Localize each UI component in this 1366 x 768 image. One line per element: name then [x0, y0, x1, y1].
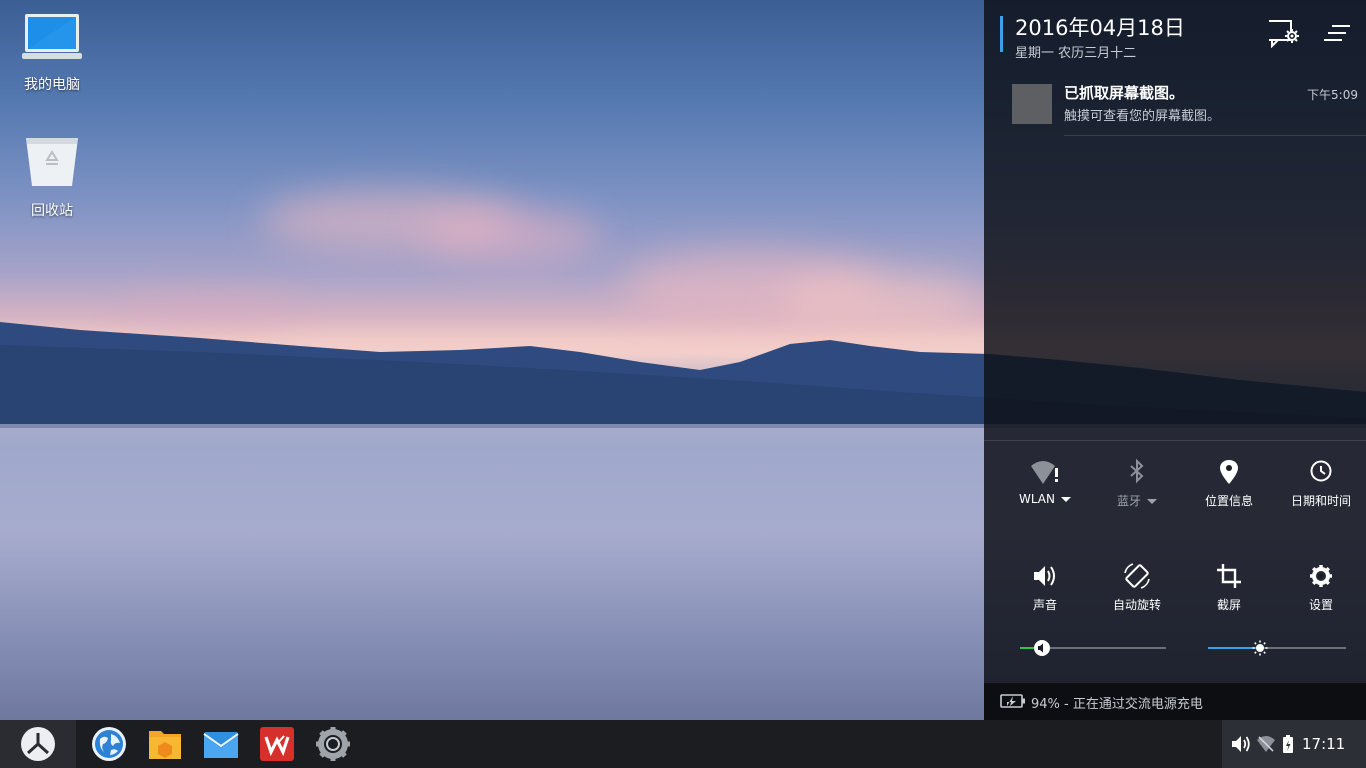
gear-icon — [1310, 565, 1332, 587]
taskbar: 17:11 — [0, 720, 1366, 768]
panel-date: 2016年04月18日 — [1015, 16, 1185, 40]
wifi-off-icon — [1257, 736, 1275, 752]
volume-icon — [1232, 736, 1250, 752]
desktop-icon-label: 回收站 — [31, 203, 73, 219]
chevron-down-icon[interactable] — [1147, 499, 1157, 504]
brightness-slider[interactable] — [1208, 640, 1346, 656]
tile-screenshot[interactable]: 截屏 — [1183, 562, 1275, 632]
tile-label: 自动旋转 — [1112, 598, 1161, 612]
panel-lunar-date: 星期一 农历三月十二 — [1015, 46, 1137, 61]
notification-panel: 2016年04月18日 星期一 农历三月十二 已抓取屏幕截图。 触摸可查看您的屏… — [984, 0, 1366, 720]
notification-divider — [1064, 135, 1366, 136]
desktop-icon-my-computer[interactable]: 我的电脑 — [7, 12, 97, 94]
volume-slider[interactable] — [1020, 640, 1166, 656]
date-accent-bar — [1000, 16, 1003, 52]
brightness-icon — [1252, 640, 1268, 656]
tile-auto-rotate[interactable]: 自动旋转 — [1091, 562, 1183, 632]
tile-bluetooth[interactable]: 蓝牙 — [1091, 458, 1183, 528]
crop-icon — [1217, 564, 1241, 588]
tile-wlan[interactable]: WLAN — [999, 458, 1091, 528]
taskbar-app-wps-office[interactable] — [259, 726, 295, 762]
start-menu-icon — [21, 727, 55, 761]
tray-battery-button[interactable] — [1282, 734, 1294, 758]
tile-label: 蓝牙 — [1116, 494, 1141, 508]
recycle-bin-icon — [26, 138, 78, 186]
clear-all-icon — [1324, 25, 1350, 41]
notification-title: 已抓取屏幕截图。 — [1064, 84, 1185, 102]
speaker-icon — [1034, 640, 1050, 656]
notification-time: 下午5:09 — [1307, 88, 1358, 102]
brightness-slider-thumb[interactable] — [1251, 640, 1269, 660]
taskbar-clock[interactable]: 17:11 — [1302, 735, 1345, 753]
desktop-icon-recycle-bin[interactable]: 回收站 — [7, 134, 97, 220]
speaker-icon — [1034, 566, 1055, 586]
tray-volume-button[interactable] — [1230, 734, 1252, 758]
browser-icon — [92, 727, 126, 761]
clear-all-button[interactable] — [1322, 18, 1356, 48]
location-pin-icon — [1220, 460, 1238, 484]
tray-wifi-button[interactable] — [1256, 734, 1276, 758]
battery-status-text: 94% - 正在通过交流电源充电 — [1031, 697, 1203, 712]
notification-thumbnail — [1012, 84, 1052, 124]
battery-icon — [1283, 735, 1293, 753]
mail-icon — [203, 732, 239, 758]
auto-rotate-icon — [1124, 563, 1150, 589]
tile-label: WLAN — [1018, 492, 1055, 506]
computer-icon — [22, 14, 82, 59]
tile-sound[interactable]: 声音 — [999, 562, 1091, 632]
volume-slider-thumb[interactable] — [1033, 640, 1051, 660]
system-tray: 17:11 — [1222, 720, 1366, 768]
tile-label: 截屏 — [1216, 598, 1241, 612]
battery-charging-icon — [1000, 694, 1025, 708]
chevron-down-icon[interactable] — [1061, 497, 1071, 502]
file-manager-icon — [149, 731, 181, 759]
desktop-icon-label: 我的电脑 — [24, 77, 80, 93]
tile-label: 设置 — [1308, 598, 1333, 612]
notification-body: 触摸可查看您的屏幕截图。 — [1064, 109, 1221, 124]
taskbar-app-file-manager[interactable] — [147, 726, 183, 762]
notification-settings-icon — [1269, 20, 1299, 49]
tile-date-time[interactable]: 日期和时间 — [1275, 458, 1366, 528]
notification-settings-button[interactable] — [1266, 18, 1300, 49]
tile-label: 声音 — [1032, 598, 1057, 612]
wps-office-icon — [260, 727, 294, 761]
tile-settings[interactable]: 设置 — [1275, 562, 1366, 632]
wifi-alert-icon — [1031, 461, 1058, 484]
battery-status-bar: 94% - 正在通过交流电源充电 — [984, 683, 1366, 720]
taskbar-app-settings[interactable] — [315, 726, 351, 762]
start-button[interactable] — [0, 720, 76, 768]
taskbar-app-browser[interactable] — [91, 726, 127, 762]
clock-icon — [1310, 460, 1332, 482]
taskbar-app-mail[interactable] — [203, 726, 239, 762]
tile-location[interactable]: 位置信息 — [1183, 458, 1275, 528]
tile-label: 位置信息 — [1204, 494, 1253, 508]
settings-icon — [316, 727, 350, 761]
quick-settings-divider — [984, 440, 1366, 441]
screenshot-notification[interactable]: 已抓取屏幕截图。 触摸可查看您的屏幕截图。 下午5:09 — [984, 72, 1366, 136]
tile-label: 日期和时间 — [1290, 494, 1351, 508]
bluetooth-icon — [1130, 458, 1144, 484]
